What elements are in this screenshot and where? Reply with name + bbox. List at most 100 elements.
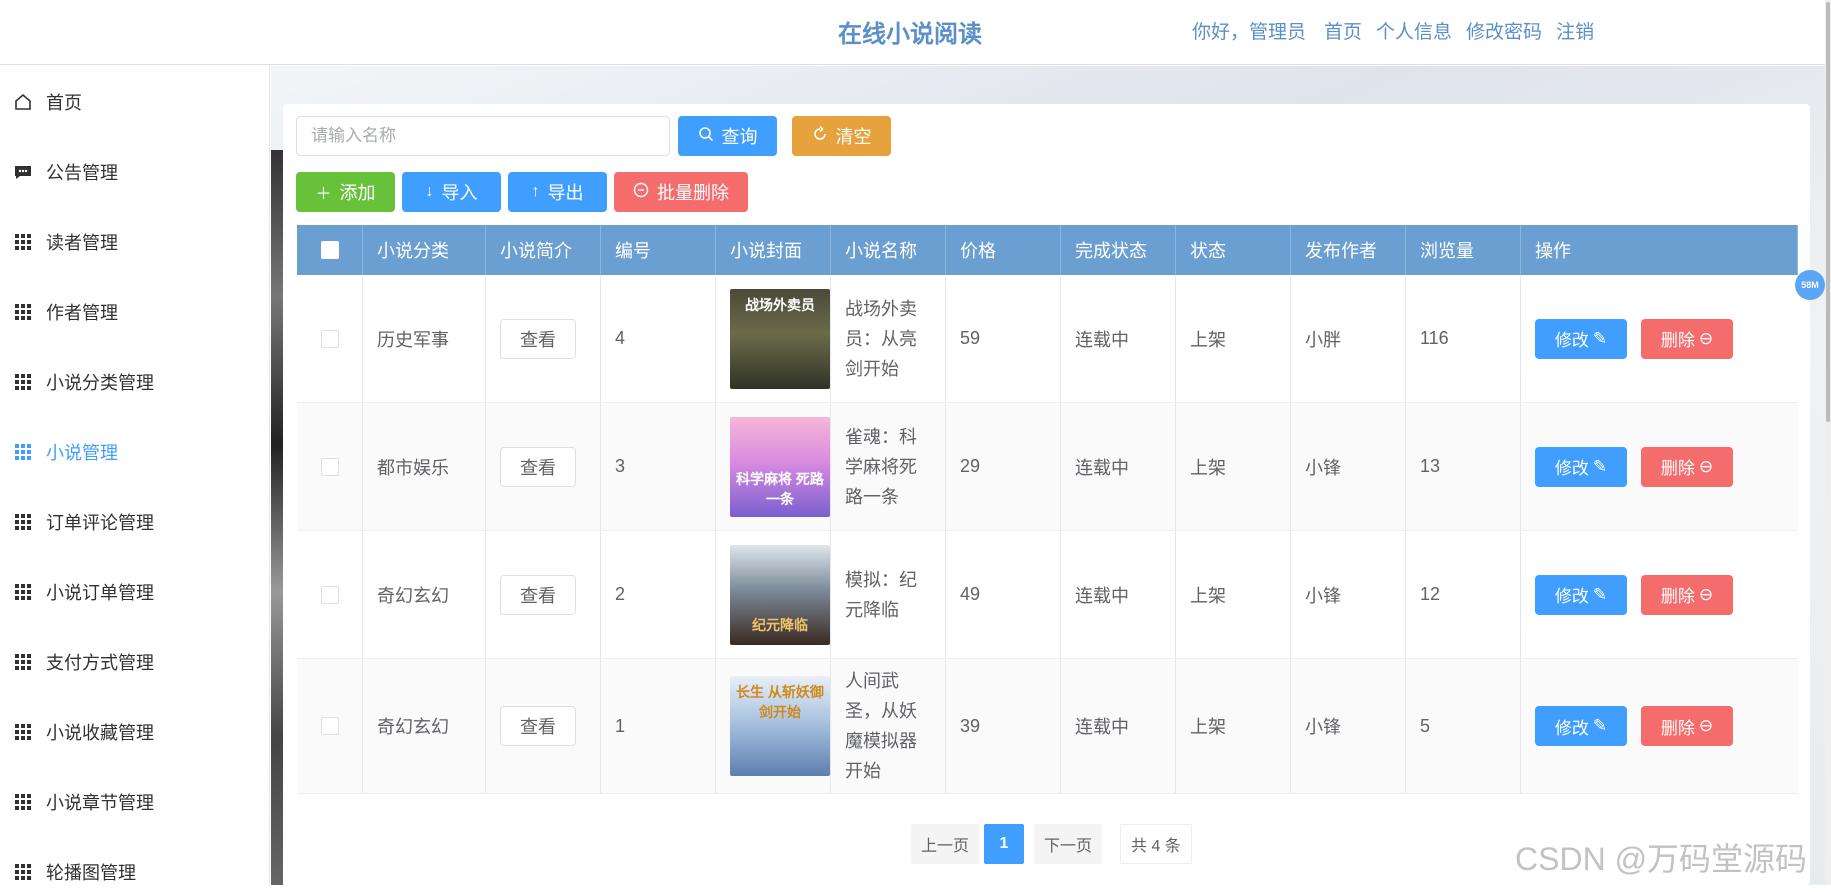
nav-profile-link[interactable]: 个人信息 xyxy=(1376,17,1452,44)
cell-intro: 查看 xyxy=(486,403,601,530)
refresh-icon xyxy=(812,125,828,147)
sidebar-item-carousel[interactable]: 轮播图管理 xyxy=(14,852,136,892)
sidebar-item-label: 小说管理 xyxy=(46,443,118,463)
row-checkbox[interactable] xyxy=(297,403,363,530)
row-checkbox[interactable] xyxy=(297,659,363,793)
grid-icon xyxy=(14,863,32,881)
novel-name: 人间武圣，从妖魔模拟器开始 xyxy=(845,671,917,781)
sidebar: 首页 公告管理 读者管理 作者管理 小说分类管理 小说管理 订单评论管理 小说订… xyxy=(0,66,270,885)
edit-button[interactable]: 修改 ✎ xyxy=(1535,318,1627,359)
cell-author: 小胖 xyxy=(1291,275,1406,402)
cell-actions: 修改 ✎ 删除 ⊖ xyxy=(1521,275,1798,402)
prev-page-button[interactable]: 上一页 xyxy=(911,824,980,864)
search-icon xyxy=(698,126,714,147)
cell-category: 奇幻玄幻 xyxy=(363,659,486,793)
row-checkbox[interactable] xyxy=(297,275,363,402)
cell-actions: 修改 ✎ 删除 ⊖ xyxy=(1521,403,1798,530)
next-page-button[interactable]: 下一页 xyxy=(1034,824,1103,864)
scrollbar-thumb[interactable] xyxy=(1826,2,1830,422)
sidebar-item-label: 订单评论管理 xyxy=(46,513,154,533)
home-icon xyxy=(14,93,32,111)
view-intro-button[interactable]: 查看 xyxy=(500,318,576,359)
row-checkbox[interactable] xyxy=(297,531,363,658)
cell-price: 29 xyxy=(946,403,1061,530)
cell-price: 39 xyxy=(946,659,1061,793)
delete-button[interactable]: 删除 ⊖ xyxy=(1641,706,1733,746)
view-intro-button[interactable]: 查看 xyxy=(500,446,576,487)
sidebar-item-readers[interactable]: 读者管理 xyxy=(14,222,118,262)
sidebar-item-authors[interactable]: 作者管理 xyxy=(14,292,118,332)
cell-status: 上架 xyxy=(1176,403,1291,530)
col-header: 发布作者 xyxy=(1291,225,1406,275)
edit-button[interactable]: 修改 ✎ xyxy=(1535,446,1627,487)
cell-cover: 科学麻将 死路一条 xyxy=(716,403,831,530)
grid-icon xyxy=(14,303,32,321)
clear-button[interactable]: 清空 xyxy=(792,116,891,156)
minus-circle-icon: ⊖ xyxy=(1698,328,1714,348)
cell-status: 上架 xyxy=(1176,275,1291,402)
view-intro-button[interactable]: 查看 xyxy=(500,706,576,746)
nav-home-link[interactable]: 首页 xyxy=(1324,17,1362,44)
add-label: 添加 xyxy=(339,183,376,203)
floating-memory-badge[interactable]: 58M xyxy=(1795,270,1825,300)
edit-button[interactable]: 修改 ✎ xyxy=(1535,706,1627,746)
batch-delete-button[interactable]: 批量删除 xyxy=(614,172,748,212)
delete-label: 删除 xyxy=(1660,718,1695,738)
chat-icon xyxy=(14,163,32,181)
cell-name: 模拟：纪元降临 xyxy=(831,531,946,658)
cell-id: 3 xyxy=(601,403,716,530)
cell-views: 12 xyxy=(1406,531,1521,658)
delete-button[interactable]: 删除 ⊖ xyxy=(1641,446,1733,487)
cell-views: 5 xyxy=(1406,659,1521,793)
sidebar-item-favorites[interactable]: 小说收藏管理 xyxy=(14,712,154,752)
search-input[interactable] xyxy=(296,116,670,156)
col-header: 编号 xyxy=(601,225,716,275)
header-nav: 你好，管理员 首页 个人信息 修改密码 注销 xyxy=(1192,17,1594,44)
view-intro-button[interactable]: 查看 xyxy=(500,574,576,615)
sidebar-item-novels[interactable]: 小说管理 xyxy=(14,432,118,472)
grid-icon xyxy=(14,443,32,461)
top-header: 在线小说阅读 你好，管理员 首页 个人信息 修改密码 注销 xyxy=(0,0,1831,65)
arrow-down-icon: ↓ xyxy=(425,183,434,200)
greeting-text: 你好，管理员 xyxy=(1192,22,1307,43)
query-button[interactable]: 查询 xyxy=(678,116,777,156)
nav-logout-link[interactable]: 注销 xyxy=(1556,17,1594,44)
sidebar-item-label: 小说收藏管理 xyxy=(46,723,154,743)
select-all-checkbox[interactable] xyxy=(297,225,363,275)
edit-label: 修改 xyxy=(1554,718,1589,738)
sidebar-item-order-comments[interactable]: 订单评论管理 xyxy=(14,502,154,542)
export-button[interactable]: ↑ 导出 xyxy=(508,172,607,212)
nav-change-password-link[interactable]: 修改密码 xyxy=(1466,17,1542,44)
plus-icon: ＋ xyxy=(315,186,332,203)
cell-name: 雀魂：科学麻将死路一条 xyxy=(831,403,946,530)
delete-button[interactable]: 删除 ⊖ xyxy=(1641,318,1733,359)
add-button[interactable]: ＋ 添加 xyxy=(296,172,395,212)
cell-cover: 纪元降临 xyxy=(716,531,831,658)
sidebar-item-payments[interactable]: 支付方式管理 xyxy=(14,642,154,682)
sidebar-item-label: 小说章节管理 xyxy=(46,793,154,813)
edit-button[interactable]: 修改 ✎ xyxy=(1535,574,1627,615)
delete-button[interactable]: 删除 ⊖ xyxy=(1641,574,1733,615)
cell-views: 13 xyxy=(1406,403,1521,530)
cell-completion: 连载中 xyxy=(1061,403,1176,530)
sidebar-item-announcements[interactable]: 公告管理 xyxy=(14,152,118,192)
sidebar-item-label: 公告管理 xyxy=(46,163,118,183)
minus-circle-icon: ⊖ xyxy=(1698,716,1714,735)
cell-name: 战场外卖员：从亮剑开始 xyxy=(831,275,946,402)
grid-icon xyxy=(14,653,32,671)
page-scrollbar[interactable] xyxy=(1825,0,1831,885)
sidebar-item-chapters[interactable]: 小说章节管理 xyxy=(14,782,154,822)
sidebar-item-orders[interactable]: 小说订单管理 xyxy=(14,572,154,612)
query-label: 查询 xyxy=(721,127,758,147)
delete-label: 删除 xyxy=(1660,459,1695,478)
page-1-button[interactable]: 1 xyxy=(984,824,1024,864)
cell-completion: 连载中 xyxy=(1061,531,1176,658)
sidebar-item-categories[interactable]: 小说分类管理 xyxy=(14,362,154,402)
sidebar-item-home[interactable]: 首页 xyxy=(14,82,82,122)
col-header: 小说封面 xyxy=(716,225,831,275)
background-decoration xyxy=(271,150,283,885)
cell-price: 49 xyxy=(946,531,1061,658)
import-button[interactable]: ↓ 导入 xyxy=(402,172,501,212)
table-row: 都市娱乐 查看 3 科学麻将 死路一条 雀魂：科学麻将死路一条 29 连载中 上… xyxy=(297,403,1798,531)
col-header: 完成状态 xyxy=(1061,225,1176,275)
